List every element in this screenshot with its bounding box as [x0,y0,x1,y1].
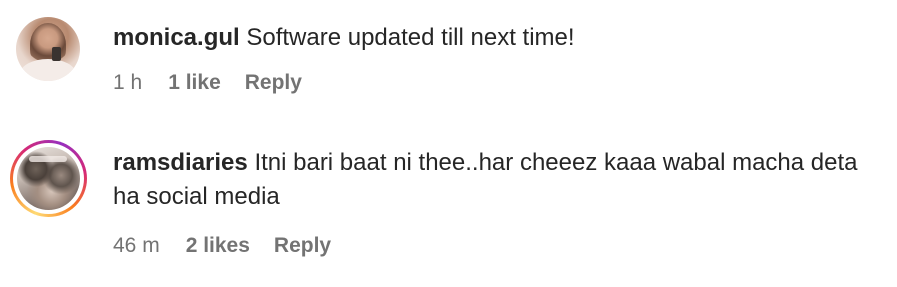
avatar[interactable] [17,147,80,210]
avatar-photo [29,156,67,162]
avatar[interactable] [16,17,80,81]
comment-username[interactable]: monica.gul [113,24,240,51]
reply-button[interactable]: Reply [274,234,331,258]
comment-timestamp[interactable]: 46 m [113,234,160,258]
avatar-photo-body [20,59,76,81]
comment-meta: 1 h 1 like Reply [113,71,302,95]
comment-meta: 46 m 2 likes Reply [113,234,331,258]
comment-likes-count[interactable]: 1 like [168,71,221,95]
comment-username[interactable]: ramsdiaries [113,149,248,176]
comment-body: ramsdiaries Itni bari baat ni thee..har … [113,146,873,214]
comment-likes-count[interactable]: 2 likes [186,234,250,258]
avatar-photo-phone [52,47,61,61]
comment-body: monica.gul Software updated till next ti… [113,21,575,55]
comment-text: Software updated till next time! [246,24,575,51]
reply-button[interactable]: Reply [245,71,302,95]
comment-timestamp[interactable]: 1 h [113,71,142,95]
